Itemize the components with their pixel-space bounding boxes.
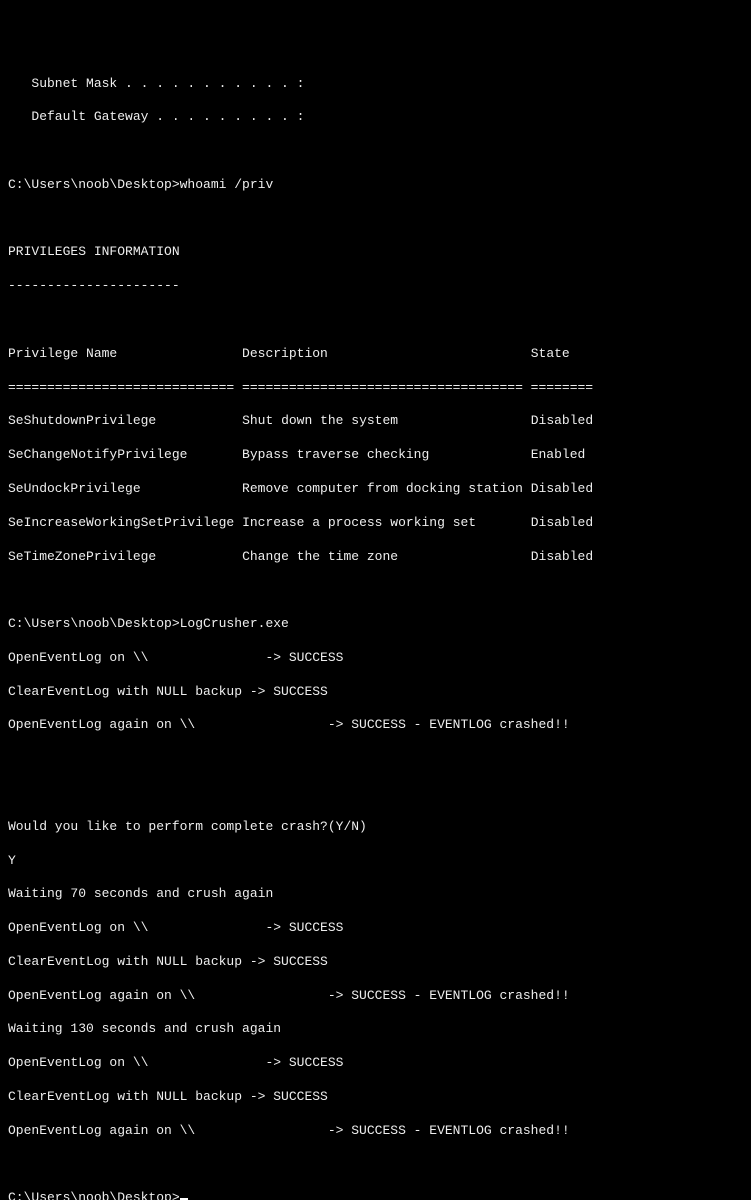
wait-line: Waiting 130 seconds and crush again	[8, 1021, 743, 1038]
col-state-header: State	[531, 346, 570, 361]
wait-line: Waiting 70 seconds and crush again	[8, 886, 743, 903]
prompt-final[interactable]: C:\Users\noob\Desktop>	[8, 1190, 743, 1200]
log-line: OpenEventLog on \\ -> SUCCESS	[8, 650, 743, 667]
priv-desc: Bypass traverse checking	[242, 447, 429, 462]
priv-desc: Change the time zone	[242, 549, 398, 564]
priv-name: SeChangeNotifyPrivilege	[8, 447, 187, 462]
prompt-logcrusher: C:\Users\noob\Desktop>LogCrusher.exe	[8, 616, 743, 633]
table-row: SeTimeZonePrivilege Change the time zone…	[8, 549, 743, 566]
priv-state: Disabled	[531, 413, 593, 428]
blank-line	[8, 1157, 743, 1174]
crash-question: Would you like to perform complete crash…	[8, 819, 743, 836]
priv-name: SeShutdownPrivilege	[8, 413, 156, 428]
priv-name: SeTimeZonePrivilege	[8, 549, 156, 564]
privileges-header: PRIVILEGES INFORMATION	[8, 244, 743, 261]
log-line: ClearEventLog with NULL backup -> SUCCES…	[8, 1089, 743, 1106]
priv-desc: Increase a process working set	[242, 515, 476, 530]
col-desc-header: Description	[242, 346, 328, 361]
blank-line	[8, 582, 743, 599]
log-line: OpenEventLog on \\ -> SUCCESS	[8, 1055, 743, 1072]
table-row: SeChangeNotifyPrivilege Bypass traverse …	[8, 447, 743, 464]
subnet-mask-line: Subnet Mask . . . . . . . . . . . :	[8, 76, 743, 93]
table-row: SeIncreaseWorkingSetPrivilege Increase a…	[8, 515, 743, 532]
log-line: OpenEventLog on \\ -> SUCCESS	[8, 920, 743, 937]
prompt-text: C:\Users\noob\Desktop>	[8, 1190, 180, 1200]
log-line: OpenEventLog again on \\ -> SUCCESS - EV…	[8, 1123, 743, 1140]
table-separator: ============================= ==========…	[8, 380, 743, 397]
crash-answer[interactable]: Y	[8, 853, 743, 870]
blank-line	[8, 143, 743, 160]
table-header: Privilege Name Description State	[8, 346, 743, 363]
blank-line	[8, 312, 743, 329]
blank-line	[8, 751, 743, 768]
priv-state: Disabled	[531, 481, 593, 496]
cursor-icon	[180, 1198, 188, 1200]
privileges-underline: ----------------------	[8, 278, 743, 295]
priv-name: SeUndockPrivilege	[8, 481, 141, 496]
col-name-header: Privilege Name	[8, 346, 117, 361]
log-line: OpenEventLog again on \\ -> SUCCESS - EV…	[8, 717, 743, 734]
log-line: ClearEventLog with NULL backup -> SUCCES…	[8, 954, 743, 971]
priv-state: Disabled	[531, 549, 593, 564]
priv-desc: Remove computer from docking station	[242, 481, 523, 496]
blank-line	[8, 785, 743, 802]
priv-state: Enabled	[531, 447, 586, 462]
priv-state: Disabled	[531, 515, 593, 530]
table-row: SeUndockPrivilege Remove computer from d…	[8, 481, 743, 498]
table-row: SeShutdownPrivilege Shut down the system…	[8, 413, 743, 430]
default-gateway-line: Default Gateway . . . . . . . . . :	[8, 109, 743, 126]
prompt-whoami: C:\Users\noob\Desktop>whoami /priv	[8, 177, 743, 194]
log-line: OpenEventLog again on \\ -> SUCCESS - EV…	[8, 988, 743, 1005]
blank-line	[8, 211, 743, 228]
priv-desc: Shut down the system	[242, 413, 398, 428]
log-line: ClearEventLog with NULL backup -> SUCCES…	[8, 684, 743, 701]
priv-name: SeIncreaseWorkingSetPrivilege	[8, 515, 234, 530]
